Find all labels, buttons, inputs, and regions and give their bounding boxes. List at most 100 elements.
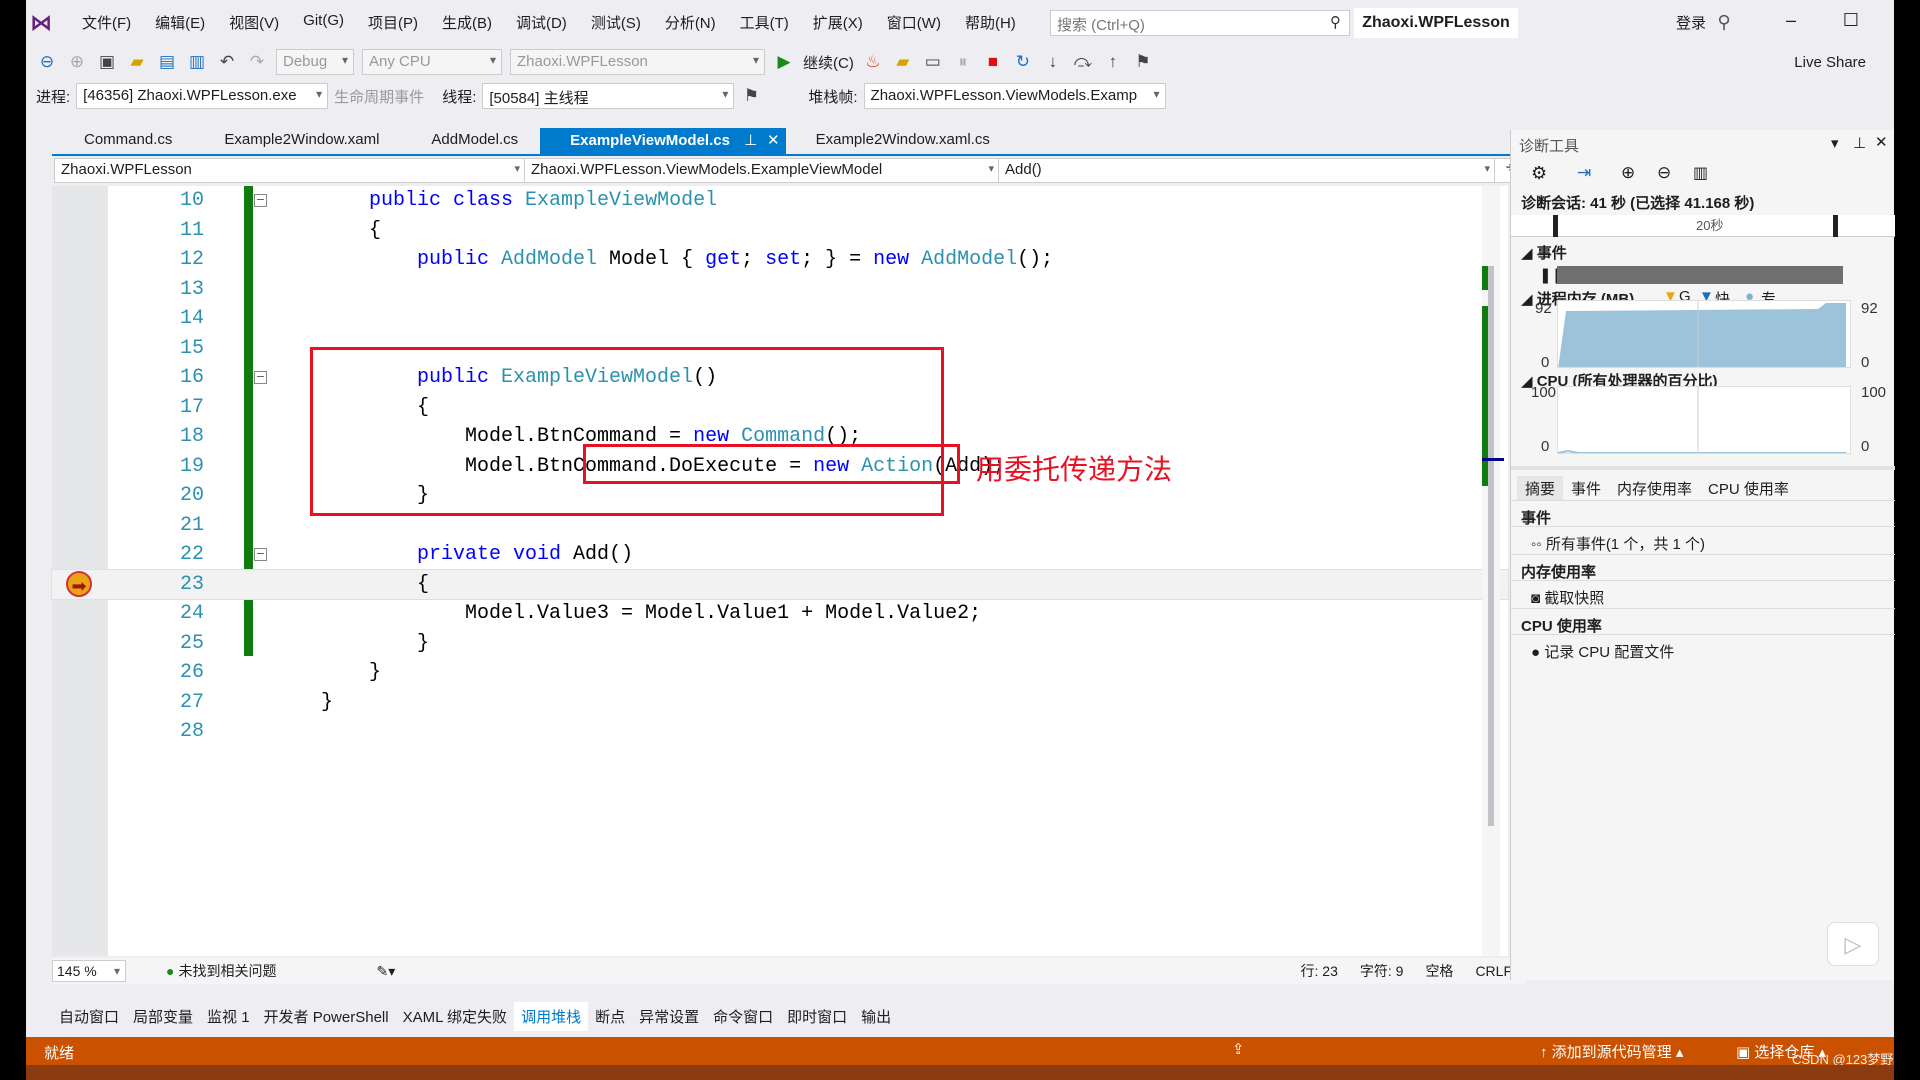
indent-mode[interactable]: 空格: [1425, 961, 1453, 981]
tab-exampleviewmodel-cs[interactable]: ExampleViewModel.cs ⊥ ✕: [540, 128, 786, 154]
menu-item[interactable]: 调试(D): [504, 12, 579, 33]
menu-item[interactable]: 编辑(E): [143, 12, 217, 33]
menu-item[interactable]: 分析(N): [653, 12, 728, 33]
collapse-toggle[interactable]: −: [254, 194, 267, 207]
forward-icon[interactable]: ⊕: [66, 52, 88, 72]
continue-button[interactable]: 继续(C): [803, 52, 854, 73]
code-line[interactable]: 26 }: [52, 658, 1508, 688]
tab-addmodel-cs[interactable]: AddModel.cs: [401, 128, 540, 154]
menu-item[interactable]: 窗口(W): [875, 12, 953, 33]
diag-tab[interactable]: 内存使用率: [1609, 476, 1700, 501]
collapse-toggle[interactable]: −: [254, 548, 267, 561]
issues-status[interactable]: 未找到相关问题: [178, 961, 276, 981]
tool-tab[interactable]: 局部变量: [126, 1002, 200, 1031]
code-line[interactable]: 24 Model.Value3 = Model.Value1 + Model.V…: [52, 599, 1508, 629]
step-over-icon[interactable]: ⤼: [1072, 52, 1094, 72]
code-line[interactable]: 28: [52, 717, 1508, 747]
restart-icon[interactable]: ↻: [1012, 52, 1034, 72]
login-button[interactable]: 登录: [1676, 12, 1706, 33]
range-end-handle[interactable]: [1833, 215, 1838, 237]
tool-tab[interactable]: 命令窗口: [706, 1002, 780, 1031]
tool-tab[interactable]: 异常设置: [632, 1002, 706, 1031]
tool-tab[interactable]: 输出: [854, 1002, 898, 1031]
tool-tab[interactable]: XAML 绑定失败: [396, 1002, 514, 1031]
cpu-chart[interactable]: [1557, 386, 1851, 454]
window-icon[interactable]: ▭: [922, 52, 944, 72]
code-line[interactable]: 14: [52, 304, 1508, 334]
tab-command-cs[interactable]: Command.cs: [54, 128, 194, 154]
member-dropdown[interactable]: Add(): [999, 159, 1495, 182]
close-icon[interactable]: ✕: [1875, 133, 1888, 151]
vertical-scrollbar[interactable]: [1482, 186, 1504, 956]
startup-project-select[interactable]: Zhaoxi.WPFLesson: [510, 49, 765, 75]
lifecycle-events[interactable]: 生命周期事件: [334, 86, 424, 107]
bookmark-icon[interactable]: ⚑: [1132, 52, 1154, 72]
project-dropdown[interactable]: Zhaoxi.WPFLesson: [55, 159, 525, 182]
memory-chart[interactable]: [1557, 300, 1851, 368]
thread-select[interactable]: [50584] 主线程: [482, 83, 735, 109]
process-select[interactable]: [46356] Zhaoxi.WPFLesson.exe: [76, 83, 329, 109]
folder-icon[interactable]: ▰: [892, 52, 914, 72]
menu-item[interactable]: 帮助(H): [953, 12, 1028, 33]
events-section[interactable]: ◢ 事件: [1521, 242, 1567, 263]
play-icon[interactable]: ▷: [1827, 922, 1879, 966]
dropdown-icon[interactable]: ▾: [1831, 134, 1839, 152]
menu-item[interactable]: 测试(S): [579, 12, 653, 33]
diag-tab[interactable]: 事件: [1563, 476, 1609, 501]
code-line[interactable]: 23 {: [51, 568, 1509, 600]
code-line[interactable]: 25 }: [52, 629, 1508, 659]
zoom-out-icon[interactable]: ⊖: [1657, 163, 1671, 183]
menu-item[interactable]: 文件(F): [70, 12, 143, 33]
code-line[interactable]: 11 {: [52, 216, 1508, 246]
undo-icon[interactable]: ↶: [216, 52, 238, 72]
configuration-select[interactable]: Debug: [276, 49, 354, 75]
source-control-button[interactable]: ↑ 添加到源代码管理 ▴: [1540, 1041, 1683, 1062]
redo-icon[interactable]: ↷: [246, 52, 268, 72]
platform-select[interactable]: Any CPU: [362, 49, 502, 75]
search-input[interactable]: 搜索 (Ctrl+Q) ⚲: [1050, 10, 1350, 36]
maximize-button[interactable]: ☐: [1836, 10, 1866, 31]
tool-tab[interactable]: 自动窗口: [52, 1002, 126, 1031]
step-into-icon[interactable]: ↓: [1042, 52, 1064, 72]
pin-icon[interactable]: ⊥: [1853, 134, 1866, 152]
line-ending[interactable]: CRLF: [1475, 963, 1512, 979]
code-line[interactable]: 27}: [52, 688, 1508, 718]
export-icon[interactable]: ⇥: [1577, 163, 1591, 183]
menu-item[interactable]: 工具(T): [728, 12, 801, 33]
save-all-icon[interactable]: ▥: [186, 52, 208, 72]
open-icon[interactable]: ▰: [126, 52, 148, 72]
timeline-ruler[interactable]: 20秒: [1511, 215, 1895, 237]
chart-icon[interactable]: ▥: [1693, 163, 1708, 183]
diag-tab[interactable]: CPU 使用率: [1700, 476, 1797, 501]
tool-tab[interactable]: 断点: [588, 1002, 632, 1031]
range-start-handle[interactable]: [1553, 215, 1558, 237]
splitter[interactable]: [1511, 466, 1895, 470]
code-line[interactable]: 12 public AddModel Model { get; set; } =…: [52, 245, 1508, 275]
pause-icon[interactable]: ⏸: [952, 52, 974, 72]
code-line[interactable]: 13: [52, 275, 1508, 305]
tool-tab[interactable]: 监视 1: [200, 1002, 257, 1031]
close-icon[interactable]: ✕: [767, 132, 780, 149]
back-icon[interactable]: ⊖: [36, 52, 58, 72]
menu-item[interactable]: Git(G): [291, 12, 356, 33]
notification-icon[interactable]: ⇪: [1232, 1040, 1245, 1058]
settings-icon[interactable]: ⚙: [1531, 163, 1547, 184]
tab-example2window-xaml[interactable]: Example2Window.xaml: [194, 128, 401, 154]
menu-item[interactable]: 生成(B): [430, 12, 504, 33]
live-share-button[interactable]: Live Share: [1794, 54, 1866, 71]
step-out-icon[interactable]: ↑: [1102, 52, 1124, 72]
menu-item[interactable]: 视图(V): [217, 12, 291, 33]
tab-example2window-xaml-cs[interactable]: Example2Window.xaml.cs: [786, 128, 1012, 154]
zoom-in-icon[interactable]: ⊕: [1621, 163, 1635, 183]
diag-tab[interactable]: 摘要: [1517, 476, 1564, 501]
scrollbar-thumb[interactable]: [1488, 266, 1494, 826]
new-project-icon[interactable]: ▣: [96, 52, 118, 72]
menu-item[interactable]: 项目(P): [356, 12, 430, 33]
account-icon[interactable]: ⚲: [1709, 12, 1739, 33]
pin-icon[interactable]: ⊥: [744, 132, 757, 149]
record-cpu-button[interactable]: ● 记录 CPU 配置文件: [1511, 634, 1895, 668]
cleanup-icon[interactable]: ✎▾: [376, 963, 395, 980]
stack-frame-select[interactable]: Zhaoxi.WPFLesson.ViewModels.Examp: [863, 83, 1166, 109]
tool-tab[interactable]: 调用堆栈: [514, 1002, 589, 1031]
stop-icon[interactable]: ■: [982, 52, 1004, 72]
